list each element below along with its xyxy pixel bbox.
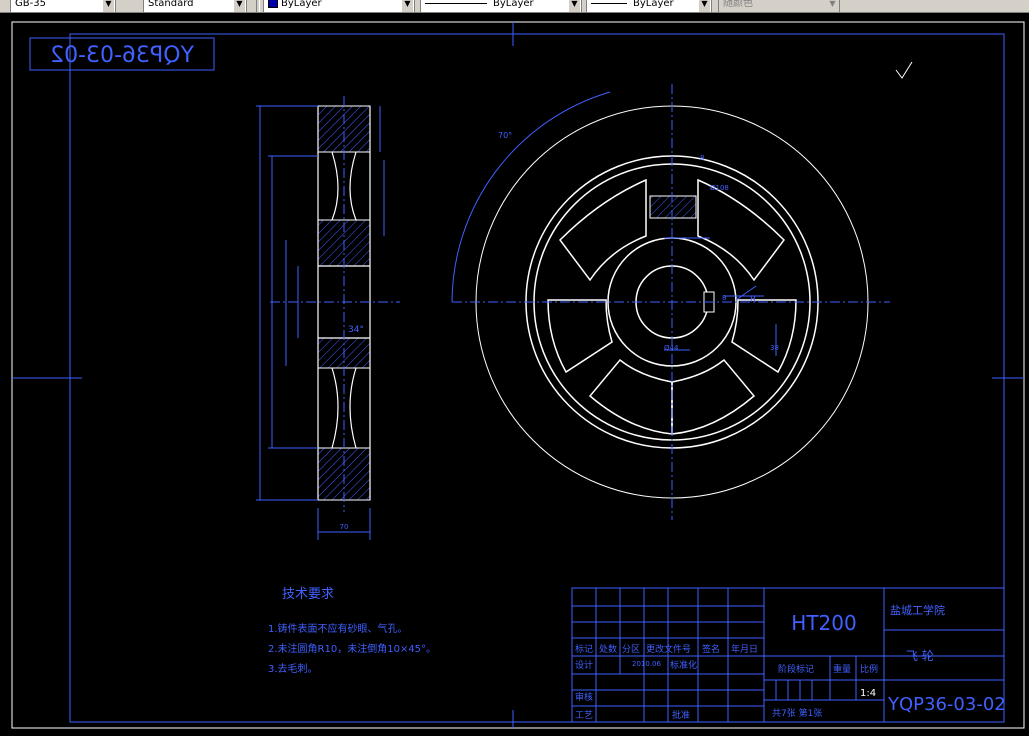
- sheet-count: 共7张 第1张: [772, 707, 822, 719]
- chevron-down-icon: ▼: [402, 0, 413, 12]
- material: HT200: [791, 611, 856, 635]
- school-name: 盐城工学院: [890, 603, 945, 617]
- toolbar-separator: [256, 0, 260, 12]
- dim-angle-34: 34°: [348, 325, 364, 335]
- chevron-down-icon: ▼: [827, 0, 838, 12]
- front-view: 70° Ø44 R 8 8 38 Ø108: [451, 84, 890, 520]
- chevron-down-icon: ▼: [103, 0, 114, 12]
- sheet-outer-border: [11, 21, 1025, 729]
- dim-right: Ø108: [710, 184, 729, 192]
- label-approve: 批准: [672, 709, 690, 721]
- dim-arc-angle: 70°: [498, 131, 512, 140]
- chevron-down-icon: ▼: [699, 0, 710, 12]
- lineweight-preview: [591, 2, 627, 4]
- label-weight: 重量: [833, 663, 851, 675]
- sheet-inner-border: [69, 33, 1005, 723]
- title-block: HT200 盐城工学院 飞 轮 YQP36-03-02 1:4 标记 处数 分区…: [571, 587, 1006, 723]
- front-dimensions: [664, 237, 777, 356]
- design-date: 2010.06: [632, 660, 661, 668]
- label-mark: 标记: [575, 643, 593, 655]
- part-name: 飞 轮: [906, 649, 934, 663]
- plot-style-value: 随颜色: [723, 0, 753, 9]
- tech-requirement-2: 2.未注圆角R10，未注倒角10×45°。: [268, 642, 436, 655]
- label-change-doc: 更改文件号: [646, 643, 691, 655]
- arc-dimension: [451, 91, 611, 303]
- label-zone: 分区: [622, 644, 640, 655]
- tech-requirement-1: 1.铸件表面不应有砂眼、气孔。: [268, 622, 408, 635]
- drawing-canvas[interactable]: YQP36-03-02 70 34° 70° Ø44 R 8 8 38 Ø108…: [0, 12, 1029, 736]
- spoke-section-hatch: [649, 195, 697, 219]
- mirrored-code: YQP36-03-02: [50, 43, 195, 68]
- chevron-down-icon: ▼: [569, 0, 580, 12]
- tech-requirement-3: 3.去毛刺。: [268, 663, 318, 675]
- text-style-value: Standard: [148, 0, 194, 9]
- linetype-preview: [425, 2, 487, 4]
- tech-requirements-title: 技术要求: [282, 587, 334, 602]
- color-swatch: [268, 0, 278, 8]
- label-design: 设计: [575, 659, 593, 671]
- roughness-icon: [895, 61, 913, 79]
- dim-r: R: [750, 295, 756, 305]
- dim-38: 38: [770, 344, 779, 352]
- label-process: 工艺: [575, 710, 593, 721]
- section-view: 70 34°: [256, 96, 400, 540]
- dim-top: 8: [700, 154, 704, 162]
- label-scale: 比例: [860, 663, 878, 675]
- label-review: 审核: [575, 691, 593, 703]
- dim-width-bottom: 70: [340, 523, 349, 531]
- color-value: ByLayer: [281, 0, 322, 9]
- label-count: 处数: [599, 643, 617, 655]
- scale-value: 1:4: [860, 688, 876, 699]
- centering-marks: [12, 22, 1024, 728]
- chevron-down-icon: ▼: [234, 0, 245, 12]
- lineweight-value: ByLayer: [633, 0, 674, 9]
- label-standardization: 标准化: [670, 659, 697, 671]
- part-code: YQP36-03-02: [887, 694, 1006, 715]
- label-date: 年月日: [731, 643, 758, 655]
- label-sign: 签名: [702, 643, 720, 655]
- front-centerlines: [452, 84, 890, 520]
- dimension-style-value: GB-35: [15, 0, 46, 9]
- text-style-icon[interactable]: [126, 0, 140, 11]
- linetype-value: ByLayer: [493, 0, 534, 9]
- label-stage: 阶段标记: [778, 663, 814, 675]
- dim-key-width: 8: [722, 294, 726, 302]
- dim-hub-bottom: Ø44: [664, 344, 679, 352]
